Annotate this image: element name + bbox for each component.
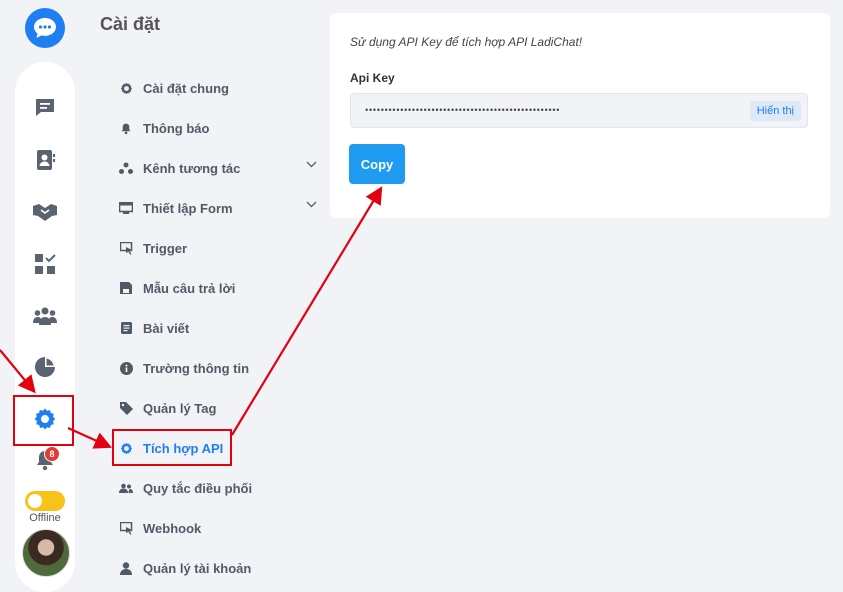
- menu-item-info-fields[interactable]: Trường thông tin: [118, 355, 323, 381]
- chevron-down-icon[interactable]: [306, 161, 317, 168]
- info-icon: [118, 360, 134, 376]
- article-icon: [118, 320, 134, 336]
- cursor-icon: [118, 240, 134, 256]
- menu-item-label: Quy tắc điều phối: [143, 480, 253, 496]
- menu-item-trigger[interactable]: Trigger: [118, 235, 323, 261]
- menu-item-general[interactable]: Cài đặt chung: [118, 75, 323, 101]
- api-menu-highlight-box: [112, 429, 232, 466]
- menu-item-notifications[interactable]: Thông báo: [118, 115, 323, 141]
- app-logo[interactable]: [25, 8, 65, 48]
- menu-item-label: Thiết lập Form: [143, 200, 233, 216]
- api-key-label: Api Key: [350, 71, 395, 85]
- rail-tasks[interactable]: [15, 244, 75, 284]
- rail-reports[interactable]: [15, 347, 75, 387]
- user-icon: [118, 560, 134, 576]
- chevron-down-icon[interactable]: [306, 201, 317, 208]
- status-toggle[interactable]: [25, 491, 65, 511]
- contacts-icon: [37, 150, 55, 170]
- menu-item-label: Cài đặt chung: [143, 80, 229, 96]
- api-key-card: Sử dụng API Key để tích hợp API LadiChat…: [330, 13, 830, 218]
- rail-contacts[interactable]: [15, 140, 75, 180]
- menu-item-tags[interactable]: Quản lý Tag: [118, 395, 323, 421]
- page-title: Cài đặt: [100, 14, 161, 34]
- users-icon: [118, 480, 134, 496]
- save-icon: [118, 280, 134, 296]
- menu-item-label: Quản lý Tag: [143, 400, 217, 416]
- report-icon: [35, 357, 55, 377]
- tag-icon: [118, 400, 134, 416]
- show-key-button[interactable]: Hiển thị: [749, 101, 801, 121]
- notification-badge: 8: [44, 446, 60, 462]
- menu-item-label: Webhook: [143, 520, 202, 536]
- cursor-icon: [118, 520, 134, 536]
- avatar[interactable]: [22, 529, 70, 577]
- menu-item-channels[interactable]: Kênh tương tác: [118, 155, 323, 181]
- copy-button[interactable]: Copy: [349, 144, 405, 184]
- gear-icon: [118, 80, 134, 96]
- menu-item-label: Kênh tương tác: [143, 160, 241, 176]
- menu-item-label: Trigger: [143, 240, 188, 256]
- chat-bubble-icon: [34, 18, 56, 38]
- group-icon: [33, 307, 57, 325]
- api-key-field[interactable]: ••••••••••••••••••••••••••••••••••••••••…: [350, 93, 808, 128]
- menu-item-routing-rules[interactable]: Quy tắc điều phối: [118, 475, 323, 501]
- tasks-icon: [35, 254, 56, 274]
- menu-item-account-management[interactable]: Quản lý tài khoản: [118, 555, 323, 581]
- menu-item-reply-templates[interactable]: Mẫu câu trả lời: [118, 275, 323, 301]
- menu-item-webhook[interactable]: Webhook: [118, 515, 323, 541]
- status-label: Offline: [29, 512, 61, 524]
- api-key-masked-value: ••••••••••••••••••••••••••••••••••••••••…: [364, 105, 561, 116]
- rail-deals[interactable]: [15, 192, 75, 232]
- bell-icon: [118, 120, 134, 136]
- menu-item-label: Bài viết: [143, 320, 190, 336]
- menu-item-label: Quản lý tài khoản: [143, 560, 252, 576]
- rail-notifications[interactable]: [15, 440, 75, 480]
- form-icon: [118, 200, 134, 216]
- menu-item-label: Trường thông tin: [143, 360, 250, 376]
- share-icon: [118, 160, 134, 176]
- api-hint-text: Sử dụng API Key để tích hợp API LadiChat…: [350, 35, 583, 49]
- settings-highlight-box: [13, 395, 74, 446]
- menu-item-label: Thông báo: [143, 120, 210, 136]
- rail-chat[interactable]: [15, 87, 75, 127]
- menu-item-label: Mẫu câu trả lời: [143, 280, 236, 296]
- rail-groups[interactable]: [15, 296, 75, 336]
- menu-item-articles[interactable]: Bài viết: [118, 315, 323, 341]
- handshake-icon: [33, 204, 57, 221]
- chat-icon: [36, 99, 54, 116]
- menu-item-form-setup[interactable]: Thiết lập Form: [118, 195, 323, 221]
- toggle-knob: [28, 494, 42, 508]
